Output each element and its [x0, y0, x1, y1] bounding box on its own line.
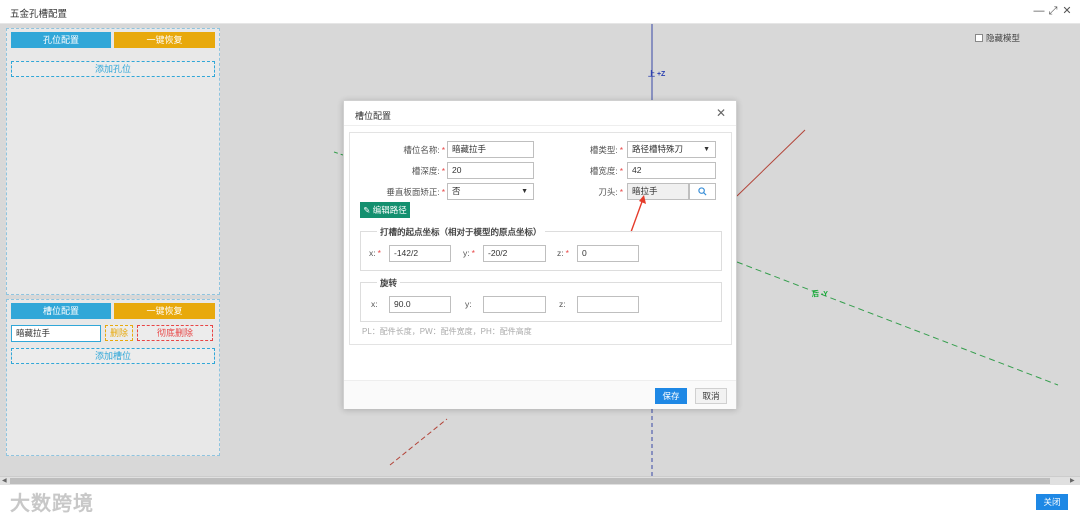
window-title: 五金孔槽配置: [10, 9, 68, 20]
slot-restore-button[interactable]: 一键恢复: [114, 303, 215, 319]
rotation-x-label: x:: [371, 299, 378, 309]
dialog-footer: 保存 取消: [344, 380, 736, 409]
window-titlebar: 五金孔槽配置 — ⤢ ✕: [0, 0, 1080, 24]
hide-model-label: 隐藏模型: [986, 33, 1021, 43]
horizontal-scrollbar[interactable]: ◀ ▶: [0, 476, 1080, 485]
start-coordinate-group: 打槽的起点坐标（相对于模型的原点坐标） x: * -142/2 y: * -20/2…: [360, 226, 722, 271]
start-z-input[interactable]: 0: [577, 245, 639, 262]
start-coordinate-legend: 打槽的起点坐标（相对于模型的原点坐标）: [377, 226, 545, 238]
slot-item-name[interactable]: 暗藏拉手: [11, 325, 101, 342]
slot-config-dialog: 槽位配置 ✕ 槽位名称: * 暗藏拉手 槽类型: * 路径槽特殊刀 ▼ 槽深度: * 2…: [343, 100, 737, 409]
dialog-close-icon[interactable]: ✕: [716, 106, 726, 120]
minimize-icon[interactable]: —: [1032, 4, 1046, 18]
pencil-icon: ✎: [363, 205, 373, 215]
start-y-input[interactable]: -20/2: [483, 245, 546, 262]
slot-delete-button[interactable]: 删除: [105, 325, 133, 341]
rotation-z-input[interactable]: [577, 296, 639, 313]
rotation-legend: 旋转: [377, 277, 401, 289]
hole-config-button[interactable]: 孔位配置: [11, 32, 111, 48]
save-button[interactable]: 保存: [655, 388, 687, 404]
dialog-form: 槽位名称: * 暗藏拉手 槽类型: * 路径槽特殊刀 ▼ 槽深度: * 20 槽宽度: *…: [349, 132, 732, 345]
slot-config-panel: 槽位配置 一键恢复 暗藏拉手 删除 彻底删除 添加槽位: [6, 299, 220, 456]
add-hole-button[interactable]: 添加孔位: [11, 61, 215, 77]
hide-model-checkbox[interactable]: [975, 34, 983, 42]
edit-path-button[interactable]: ✎ 编辑路径: [360, 202, 410, 218]
tool-label: 刀头: *: [598, 187, 623, 197]
window-footer: 大数跨境 关闭: [0, 485, 1080, 517]
slot-config-button[interactable]: 槽位配置: [11, 303, 111, 319]
z-axis-label: 上 +Z: [648, 71, 666, 78]
z-label: z: *: [557, 248, 569, 258]
search-icon: [698, 187, 707, 196]
annotation-arrow: [630, 195, 646, 233]
tool-search-button[interactable]: [689, 183, 716, 200]
y-axis-label: 后 -Y: [812, 291, 828, 298]
slot-depth-input[interactable]: 20: [447, 162, 534, 179]
x-label: x: *: [369, 248, 381, 258]
scrollbar-thumb[interactable]: [10, 478, 1050, 484]
slot-type-select[interactable]: 路径槽特殊刀 ▼: [627, 141, 716, 158]
maximize-icon[interactable]: ⤢: [1046, 4, 1060, 18]
cancel-button[interactable]: 取消: [695, 388, 727, 404]
start-x-input[interactable]: -142/2: [389, 245, 451, 262]
watermark-logo: 大数跨境: [10, 493, 94, 515]
rotation-x-input[interactable]: 90.0: [389, 296, 451, 313]
close-button[interactable]: 关闭: [1036, 494, 1068, 510]
rotation-y-label: y:: [465, 299, 472, 309]
rotation-z-label: z:: [559, 299, 566, 309]
slot-width-input[interactable]: 42: [627, 162, 716, 179]
window-close-icon[interactable]: ✕: [1060, 4, 1074, 18]
add-slot-button[interactable]: 添加槽位: [11, 348, 215, 364]
slot-width-label: 槽宽度: *: [589, 166, 623, 176]
chevron-down-icon: ▼: [703, 146, 710, 153]
rotation-y-input[interactable]: [483, 296, 546, 313]
slot-name-label: 槽位名称: *: [403, 145, 445, 155]
chevron-down-icon: ▼: [521, 188, 528, 195]
hole-restore-button[interactable]: 一键恢复: [114, 32, 215, 48]
slot-type-label: 槽类型: *: [589, 145, 623, 155]
hole-config-panel: 孔位配置 一键恢复 添加孔位: [6, 28, 220, 295]
dialog-header: 槽位配置 ✕: [344, 101, 736, 126]
dialog-title: 槽位配置: [355, 111, 392, 121]
slot-name-input[interactable]: 暗藏拉手: [447, 141, 534, 158]
hide-model-toggle[interactable]: 隐藏模型: [975, 32, 1020, 44]
y-label: y: *: [463, 248, 475, 258]
scroll-right-icon[interactable]: ▶: [1070, 477, 1075, 485]
slot-depth-label: 槽深度: *: [411, 166, 445, 176]
rotation-group: 旋转 x: 90.0 y: z:: [360, 277, 722, 322]
slot-delete-all-button[interactable]: 彻底删除: [137, 325, 213, 341]
vertical-fix-select[interactable]: 否 ▼: [447, 183, 534, 200]
scroll-left-icon[interactable]: ◀: [2, 477, 7, 485]
vertical-fix-label: 垂直板面矫正: *: [386, 187, 445, 197]
dimension-hint: PL：配件长度，PW：配件宽度，PH：配件高度: [362, 327, 532, 336]
